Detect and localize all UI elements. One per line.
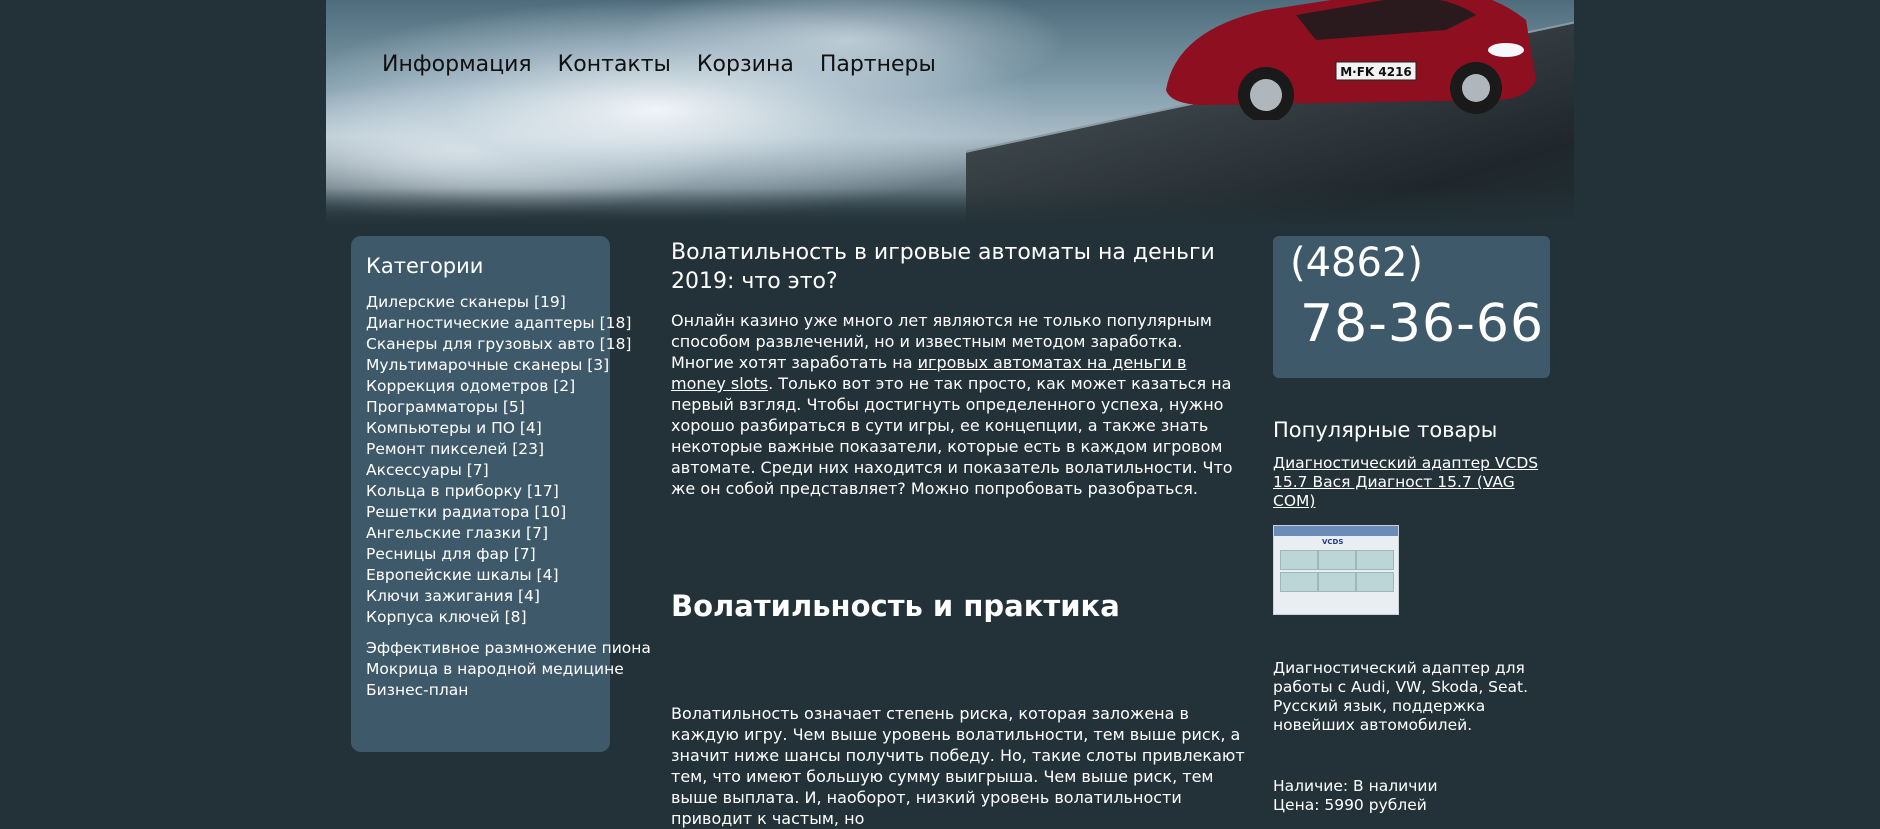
sidebar-title: Категории (366, 254, 484, 278)
list-item: Дилерские сканеры [19] (366, 292, 610, 313)
phone-number: 78-36-66 (1300, 294, 1545, 354)
product-availability: Наличие: В наличии (1273, 777, 1438, 795)
thumb-cell (1280, 550, 1318, 570)
nav-information[interactable]: Информация (382, 52, 532, 77)
thumb-label: VCDS (1322, 538, 1344, 546)
product-thumbnail[interactable]: VCDS (1273, 525, 1399, 615)
list-item: Программаторы [5] (366, 397, 610, 418)
list-item: Корпуса ключей [8] (366, 607, 610, 628)
phone-box: (4862) 78-36-66 (1273, 236, 1550, 378)
thumb-cell (1356, 550, 1394, 570)
category-link[interactable]: Корпуса ключей [8] (366, 608, 527, 626)
popular-title: Популярные товары (1273, 418, 1498, 442)
list-item: Бизнес-план (366, 680, 610, 701)
category-link[interactable]: Решетки радиатора [10] (366, 503, 566, 521)
category-link[interactable]: Европейские шкалы [4] (366, 566, 559, 584)
article-link[interactable]: Бизнес-план (366, 681, 468, 699)
list-item: Эффективное размножение пиона (366, 638, 651, 659)
car-image: M·FK 4216 (1166, 0, 1536, 120)
list-item: Сканеры для грузовых авто [18] (366, 334, 631, 355)
category-link[interactable]: Сканеры для грузовых авто [18] (366, 335, 631, 353)
list-item: Диагностические адаптеры [18] (366, 313, 631, 334)
license-plate: M·FK 4216 (1340, 65, 1412, 79)
category-link[interactable]: Аксессуары [7] (366, 461, 489, 479)
list-item: Ангельские глазки [7] (366, 523, 610, 544)
top-navigation: Информация Контакты Корзина Партнеры (382, 52, 936, 77)
category-link[interactable]: Ключи зажигания [4] (366, 587, 540, 605)
article-paragraph-1: Онлайн казино уже много лет являются не … (671, 310, 1246, 499)
thumb-cell (1318, 572, 1356, 592)
article-paragraph-2: Волатильность означает степень риска, ко… (671, 704, 1245, 828)
thumb-cell (1318, 550, 1356, 570)
category-link[interactable]: Кольца в приборку [17] (366, 482, 559, 500)
list-item: Аксессуары [7] (366, 460, 610, 481)
article-title: Волатильность в игровые автоматы на день… (671, 240, 1215, 294)
article-link[interactable]: Эффективное размножение пиона (366, 639, 651, 657)
article-link[interactable]: Мокрица в народной медицине (366, 660, 624, 678)
header-banner: M·FK 4216 Информация Контакты Корзина Па… (326, 0, 1574, 228)
list-item: Компьютеры и ПО [4] (366, 418, 610, 439)
product-price: Цена: 5990 рублей (1273, 796, 1427, 814)
list-item: Кольца в приборку [17] (366, 481, 610, 502)
categories-sidebar: Категории Дилерские сканеры [19] Диагнос… (351, 236, 651, 752)
thumb-cell (1280, 572, 1318, 592)
product-link[interactable]: Диагностический адаптер VCDS 15.7 Вася Д… (1273, 454, 1553, 511)
category-link[interactable]: Мультимарочные сканеры [3] (366, 356, 609, 374)
category-list: Дилерские сканеры [19] Диагностические а… (366, 292, 631, 628)
extra-links-list: Эффективное размножение пиона Мокрица в … (366, 638, 651, 701)
list-item: Ресницы для фар [7] (366, 544, 610, 565)
list-item: Коррекция одометров [2] (366, 376, 610, 397)
list-item: Решетки радиатора [10] (366, 502, 610, 523)
category-link[interactable]: Компьютеры и ПО [4] (366, 419, 542, 437)
category-link[interactable]: Коррекция одометров [2] (366, 377, 575, 395)
list-item: Европейские шкалы [4] (366, 565, 610, 586)
nav-cart[interactable]: Корзина (697, 52, 794, 77)
product-description: Диагностический адаптер для работы с Aud… (1273, 659, 1529, 734)
phone-code: (4862) (1290, 240, 1424, 286)
list-item: Мокрица в народной медицине (366, 659, 624, 680)
list-item: Мультимарочные сканеры [3] (366, 355, 610, 376)
header-fade (326, 188, 1574, 228)
nav-contacts[interactable]: Контакты (558, 52, 671, 77)
category-link[interactable]: Диагностические адаптеры [18] (366, 314, 631, 332)
category-link[interactable]: Дилерские сканеры [19] (366, 293, 566, 311)
category-link[interactable]: Ангельские глазки [7] (366, 524, 548, 542)
category-link[interactable]: Программаторы [5] (366, 398, 525, 416)
category-link[interactable]: Ремонт пикселей [23] (366, 440, 544, 458)
popular-products: Популярные товары Диагностический адапте… (1273, 418, 1563, 815)
list-item: Ремонт пикселей [23] (366, 439, 610, 460)
page: M·FK 4216 Информация Контакты Корзина Па… (326, 0, 1574, 828)
list-item: Ключи зажигания [4] (366, 586, 610, 607)
article-subheading: Волатильность и практика (671, 589, 1120, 623)
thumb-cell (1356, 572, 1394, 592)
category-link[interactable]: Ресницы для фар [7] (366, 545, 536, 563)
article-content: Волатильность в игровые автоматы на день… (671, 236, 1246, 829)
nav-partners[interactable]: Партнеры (820, 52, 936, 77)
thumb-titlebar (1274, 526, 1398, 536)
